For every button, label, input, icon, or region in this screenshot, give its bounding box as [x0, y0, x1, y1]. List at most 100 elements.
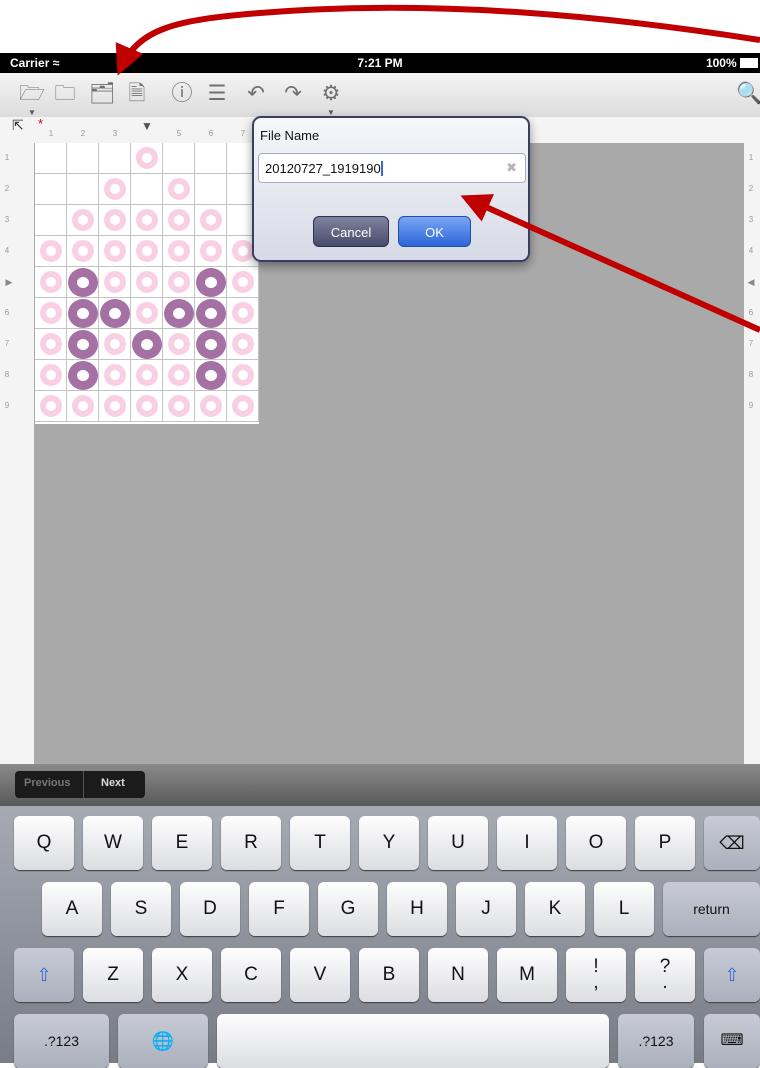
cancel-button[interactable]: Cancel [313, 216, 389, 247]
open-folder-icon[interactable]: 🗁 ▼ [19, 81, 45, 117]
key-d[interactable]: D [180, 882, 240, 936]
key-h[interactable]: H [387, 882, 447, 936]
grid-cell[interactable] [67, 360, 99, 391]
grid-cell[interactable] [67, 236, 99, 267]
grid-cell[interactable] [163, 174, 195, 205]
ok-button[interactable]: OK [398, 216, 471, 247]
grid-cell[interactable] [99, 143, 131, 174]
row-marker-icon[interactable]: ◀ [744, 277, 758, 288]
key-w[interactable]: W [83, 816, 143, 870]
export-folder-icon[interactable]: 🗂 [89, 81, 116, 107]
grid-cell[interactable] [163, 267, 195, 298]
grid-cell[interactable] [163, 298, 195, 329]
key-g[interactable]: G [318, 882, 378, 936]
key-r[interactable]: R [221, 816, 281, 870]
grid-cell[interactable] [195, 143, 227, 174]
grid-cell[interactable] [99, 360, 131, 391]
key-u[interactable]: U [428, 816, 488, 870]
grid-cell[interactable] [195, 205, 227, 236]
grid-cell[interactable] [35, 236, 67, 267]
key-e[interactable]: E [152, 816, 212, 870]
grid-cell[interactable] [163, 360, 195, 391]
column-marker-icon[interactable]: ▼ [131, 119, 163, 133]
grid-cell[interactable] [35, 391, 67, 422]
key-p[interactable]: P [635, 816, 695, 870]
clear-icon[interactable]: ✖ [506, 160, 517, 176]
key-c[interactable]: C [221, 948, 281, 1002]
grid-cell[interactable] [131, 391, 163, 422]
grid-cell[interactable] [195, 267, 227, 298]
space-key[interactable] [217, 1014, 609, 1068]
grid-cell[interactable] [227, 360, 259, 391]
dismiss-keyboard-key[interactable]: ⌨ [704, 1014, 760, 1068]
grid-cell[interactable] [35, 143, 67, 174]
grid-cell[interactable] [35, 360, 67, 391]
grid-cell[interactable] [163, 329, 195, 360]
grid-cell[interactable] [195, 391, 227, 422]
grid-cell[interactable] [35, 267, 67, 298]
globe-key[interactable]: 🌐 [118, 1014, 208, 1068]
row-marker-icon[interactable]: ▶ [2, 277, 16, 288]
grid-cell[interactable] [35, 205, 67, 236]
grid-cell[interactable] [131, 360, 163, 391]
key-l[interactable]: L [594, 882, 654, 936]
grid-cell[interactable] [163, 205, 195, 236]
grid-cell[interactable] [131, 267, 163, 298]
grid-cell[interactable] [67, 174, 99, 205]
key-a[interactable]: A [42, 882, 102, 936]
undo-icon[interactable]: ↶ [243, 81, 269, 107]
key-j[interactable]: J [456, 882, 516, 936]
grid-cell[interactable] [67, 329, 99, 360]
key-b[interactable]: B [359, 948, 419, 1002]
grid-cell[interactable] [227, 391, 259, 422]
list-icon[interactable]: ☰ [204, 81, 230, 107]
grid-cell[interactable] [227, 329, 259, 360]
grid-cell[interactable] [67, 391, 99, 422]
grid-cell[interactable] [163, 143, 195, 174]
grid-cell[interactable] [99, 236, 131, 267]
grid-cell[interactable] [131, 329, 163, 360]
key-q[interactable]: Q [14, 816, 74, 870]
grid-cell[interactable] [131, 205, 163, 236]
pdf-icon[interactable]: 🗎 [124, 81, 150, 107]
grid-cell[interactable] [195, 298, 227, 329]
gear-icon[interactable]: ⚙ ▼ [318, 81, 344, 117]
key-y[interactable]: Y [359, 816, 419, 870]
grid-cell[interactable] [195, 236, 227, 267]
previous-button[interactable]: Previous [24, 777, 70, 789]
grid-cell[interactable] [195, 329, 227, 360]
grid-cell[interactable] [99, 298, 131, 329]
grid-cell[interactable] [99, 267, 131, 298]
save-folder-icon[interactable]: 🗀 [52, 81, 78, 107]
grid-cell[interactable] [35, 329, 67, 360]
key-k[interactable]: K [525, 882, 585, 936]
grid-cell[interactable] [67, 298, 99, 329]
key-question-period[interactable]: ?. [635, 948, 695, 1002]
return-key[interactable]: return [663, 882, 760, 936]
grid-cell[interactable] [99, 329, 131, 360]
grid-cell[interactable] [99, 391, 131, 422]
key-o[interactable]: O [566, 816, 626, 870]
key-i[interactable]: I [497, 816, 557, 870]
numbers-key-right[interactable]: .?123 [618, 1014, 694, 1068]
grid-cell[interactable] [227, 267, 259, 298]
grid-cell[interactable] [131, 174, 163, 205]
shift-right-key[interactable]: ⇧ [704, 948, 760, 1002]
grid-cell[interactable] [35, 298, 67, 329]
grid-cell[interactable] [163, 236, 195, 267]
shift-left-key[interactable]: ⇧ [14, 948, 74, 1002]
info-icon[interactable]: ⓘ [169, 81, 195, 107]
key-m[interactable]: M [497, 948, 557, 1002]
next-button[interactable]: Next [101, 777, 125, 789]
grid-cell[interactable] [131, 143, 163, 174]
grid-cell[interactable] [195, 360, 227, 391]
key-v[interactable]: V [290, 948, 350, 1002]
grid-cell[interactable] [67, 143, 99, 174]
grid-cell[interactable] [131, 298, 163, 329]
backspace-key[interactable]: ⌫ [704, 816, 760, 870]
grid-cell[interactable] [163, 391, 195, 422]
key-n[interactable]: N [428, 948, 488, 1002]
grid-cell[interactable] [195, 174, 227, 205]
grid-cell[interactable] [99, 205, 131, 236]
file-name-input[interactable]: 20120727_1919190 ✖ [258, 153, 526, 183]
